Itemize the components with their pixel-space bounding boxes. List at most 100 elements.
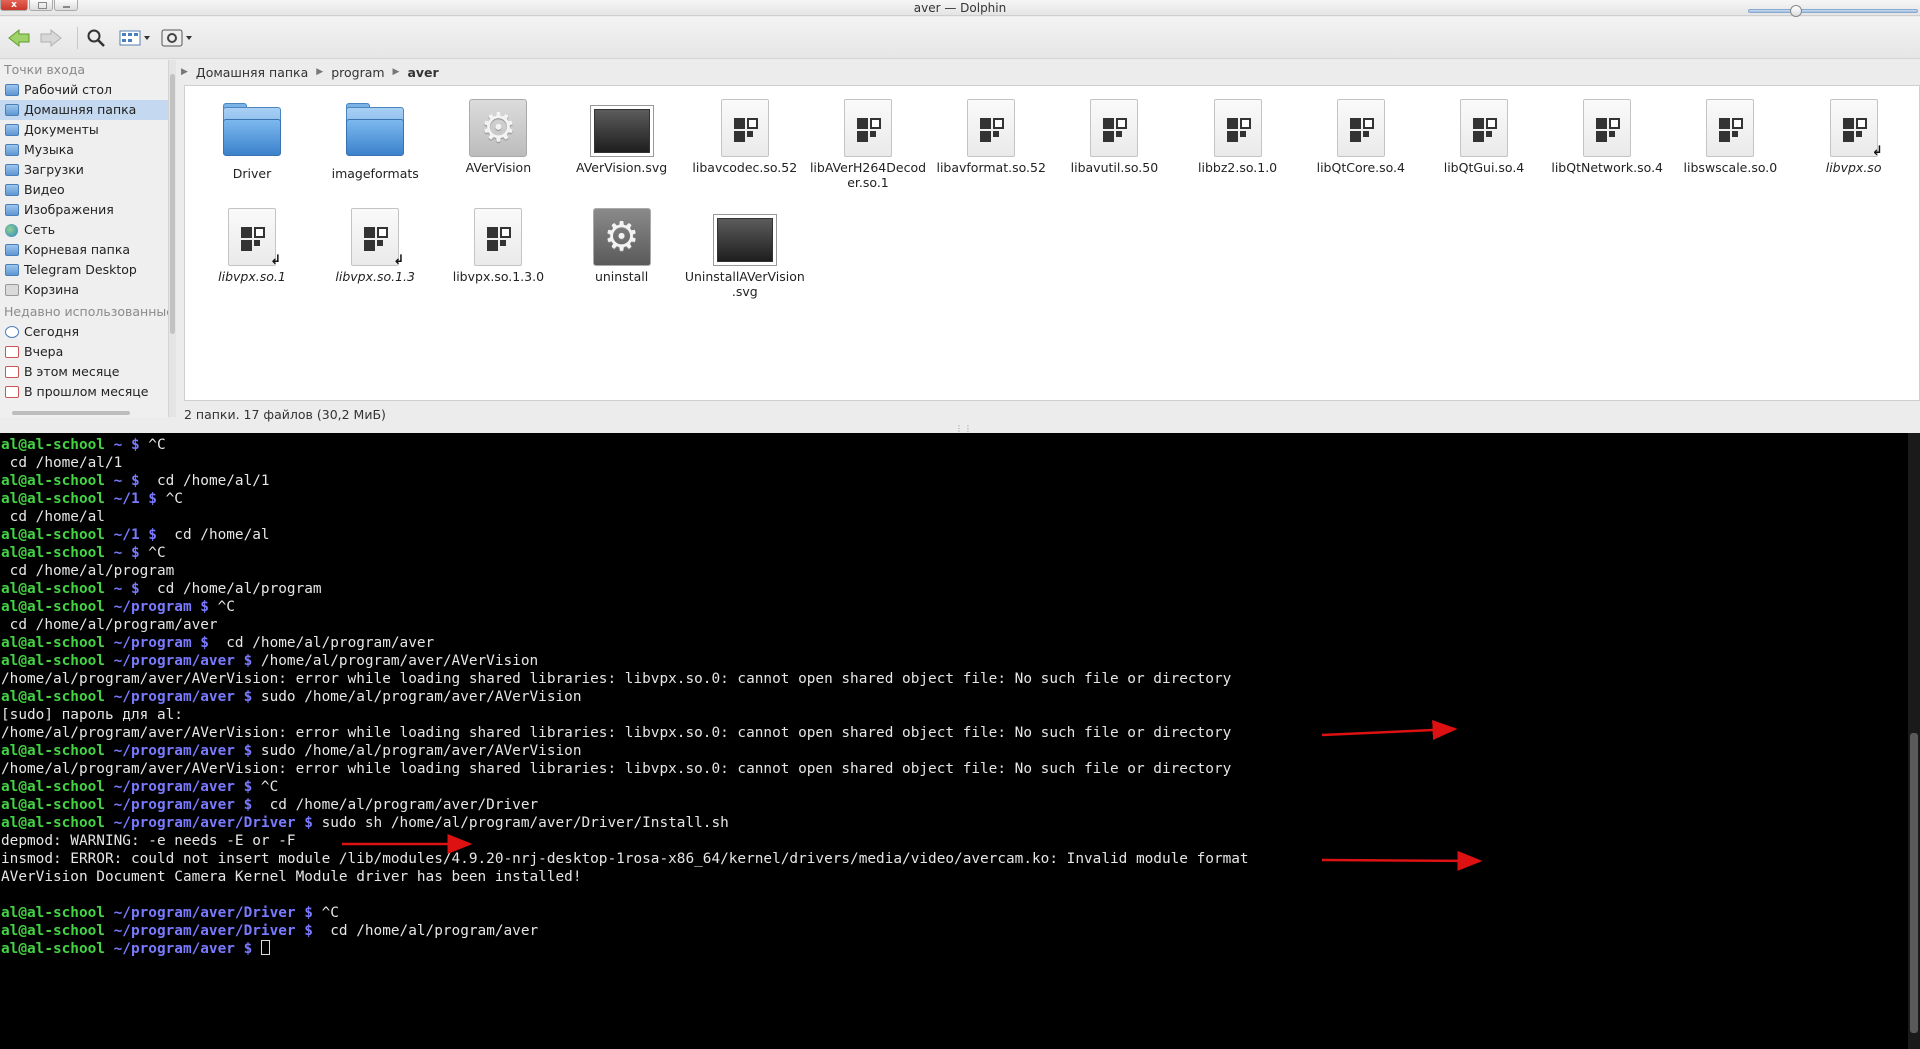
library-file-icon <box>1336 99 1385 157</box>
window-title: aver — Dolphin <box>913 1 1007 15</box>
panel-splitter-grip[interactable]: ⋮⋮ <box>955 424 973 433</box>
forward-button[interactable] <box>38 26 64 50</box>
sidebar-item[interactable]: Корзина <box>0 280 168 300</box>
library-file-icon <box>1583 99 1632 157</box>
file-item[interactable]: libbz2.so.1.0 <box>1177 99 1299 175</box>
sidebar-item[interactable]: Музыка <box>0 140 168 160</box>
file-item[interactable]: ↲ libvpx.so.1.3 <box>314 208 436 284</box>
library-file-icon <box>1090 99 1139 157</box>
sidebar-item[interactable]: В прошлом месяце <box>0 382 168 402</box>
file-item[interactable]: libswscale.so.0 <box>1669 99 1791 175</box>
file-item[interactable]: libavutil.so.50 <box>1053 99 1175 175</box>
file-name: libvpx.so <box>1825 160 1882 175</box>
sidebar-item[interactable]: Корневая папка <box>0 240 168 260</box>
sidebar-item[interactable]: Сеть <box>0 220 168 240</box>
sidebar-item-label: Рабочий стол <box>24 82 112 97</box>
file-name: uninstall <box>594 269 649 284</box>
zoom-slider-handle[interactable] <box>1790 5 1802 17</box>
sidebar-item[interactable]: Домашняя папка <box>0 100 168 120</box>
view-mode-button[interactable] <box>117 26 153 50</box>
icons-view-icon <box>119 30 150 46</box>
sidebar-item-label: Музыка <box>24 142 74 157</box>
places-panel: Точки входа Рабочий стол Домашняя папка До… <box>0 60 176 417</box>
sidebar-item-label: Домашняя папка <box>24 102 137 117</box>
sidebar-item[interactable]: Telegram Desktop <box>0 260 168 280</box>
folder-icon <box>5 104 19 116</box>
breadcrumb: ▶ Домашняя папка ▶ program ▶ aver <box>181 62 439 82</box>
scrollbar-thumb[interactable] <box>12 411 130 415</box>
library-file-icon <box>844 99 892 157</box>
sidebar-item[interactable]: Рабочий стол <box>0 80 168 100</box>
breadcrumb-item-current[interactable]: aver <box>407 65 438 80</box>
status-bar: 2 папки. 17 файлов (30,2 МиБ) <box>178 404 1920 426</box>
search-button[interactable] <box>84 26 108 50</box>
file-name: libvpx.so.1.3.0 <box>452 269 545 284</box>
breadcrumb-item-home[interactable]: Домашняя папка <box>196 65 308 80</box>
scrollbar-thumb[interactable] <box>170 74 175 334</box>
file-item[interactable]: libQtGui.so.4 <box>1423 99 1545 175</box>
file-name: libQtGui.so.4 <box>1443 160 1525 175</box>
file-item[interactable]: imageformats <box>314 99 436 181</box>
sidebar-item[interactable]: В этом месяце <box>0 362 168 382</box>
sidebar-item-label: Загрузки <box>24 162 84 177</box>
file-item[interactable]: libAVerH264Decoder.so.1 <box>807 99 929 190</box>
folder-icon <box>5 164 19 176</box>
folder-icon <box>5 244 19 256</box>
file-item[interactable]: ↲ libvpx.so <box>1793 99 1915 175</box>
file-name: Driver <box>232 166 272 181</box>
sidebar-item[interactable]: Сегодня <box>0 322 168 342</box>
zoom-slider[interactable] <box>1748 5 1918 17</box>
file-item[interactable]: AVerVision.svg <box>561 99 683 175</box>
folder-icon <box>5 264 19 276</box>
network-icon <box>5 224 18 237</box>
places-header: Точки входа <box>4 62 86 77</box>
file-view[interactable]: Driver imageformats ⚙ AVerVision AVerVision.… <box>184 85 1920 401</box>
sidebar-item-label: В этом месяце <box>24 364 120 379</box>
sidebar-item[interactable]: Изображения <box>0 200 168 220</box>
annotation-arrow <box>1321 850 1483 871</box>
folder-icon <box>5 84 19 96</box>
terminal-panel[interactable]: al@al-school ~ $ ^C cd /home/al/1 al@al-s… <box>0 433 1920 1049</box>
file-item[interactable]: libavformat.so.52 <box>930 99 1052 175</box>
file-item[interactable]: UninstallAVerVision.svg <box>684 208 806 299</box>
control-menu-button[interactable] <box>159 26 195 50</box>
settings-icon <box>161 29 192 47</box>
file-item[interactable]: libavcodec.so.52 <box>684 99 806 175</box>
sidebar-item[interactable]: Видео <box>0 180 168 200</box>
breadcrumb-root-arrow[interactable]: ▶ <box>181 67 188 77</box>
file-item[interactable]: ↲ libvpx.so.1 <box>191 208 313 284</box>
file-name: AVerVision <box>465 160 532 175</box>
file-name: libQtNetwork.so.4 <box>1551 160 1664 175</box>
file-item[interactable]: Driver <box>191 99 313 181</box>
breadcrumb-item-program[interactable]: program <box>331 65 384 80</box>
back-button[interactable] <box>6 26 32 50</box>
sidebar-item[interactable]: Документы <box>0 120 168 140</box>
library-file-icon <box>1460 99 1508 157</box>
breadcrumb-separator[interactable]: ▶ <box>393 67 400 77</box>
file-name: UninstallAVerVision.svg <box>684 269 805 299</box>
recent-header: Недавно использованные <box>4 304 174 319</box>
arrow-right-icon <box>40 28 62 48</box>
toolbar-separator <box>77 27 78 49</box>
annotation-arrow <box>1321 720 1458 741</box>
file-name: libvpx.so.1.3 <box>335 269 415 284</box>
window-title-bar: x aver — Dolphin <box>0 0 1920 16</box>
file-name: libavcodec.so.52 <box>692 160 798 175</box>
sidebar-item[interactable]: Вчера <box>0 342 168 362</box>
sidebar-item-label: Корзина <box>24 282 80 297</box>
file-name: libavutil.so.50 <box>1070 160 1159 175</box>
sidebar-item[interactable]: Загрузки <box>0 160 168 180</box>
file-item[interactable]: ⚙ AVerVision <box>437 99 559 175</box>
search-icon <box>87 29 105 47</box>
places-scrollbar[interactable] <box>168 60 176 417</box>
folder-icon <box>5 184 19 196</box>
folder-icon <box>5 204 19 216</box>
annotation-layer <box>342 720 1483 871</box>
file-item[interactable]: libQtCore.so.4 <box>1300 99 1422 175</box>
places-horizontal-scrollbar[interactable] <box>0 409 168 417</box>
file-item[interactable]: libQtNetwork.so.4 <box>1546 99 1668 175</box>
file-item[interactable]: libvpx.so.1.3.0 <box>437 208 559 284</box>
file-item[interactable]: ⚙ uninstall <box>561 208 683 284</box>
breadcrumb-separator[interactable]: ▶ <box>316 67 323 77</box>
file-name: libvpx.so.1 <box>218 269 286 284</box>
